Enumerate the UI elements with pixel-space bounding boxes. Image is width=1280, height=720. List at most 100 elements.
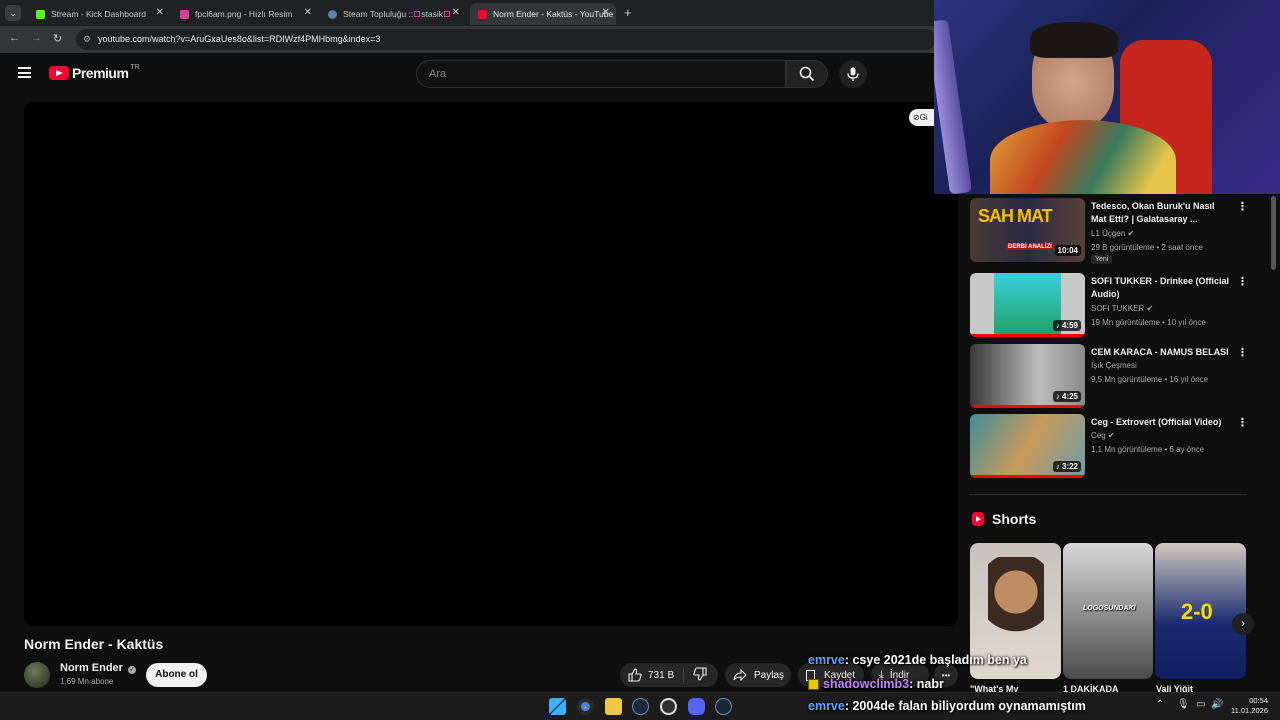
channel-name[interactable]: Işık Çeşmesi (1091, 361, 1137, 370)
channel-avatar[interactable] (24, 662, 50, 688)
tab-list-dropdown-icon[interactable]: ⌄ (5, 5, 21, 21)
channel-name-text: SOFI TUKKER (1091, 304, 1145, 313)
duration-badge: 10:04 (1054, 245, 1081, 256)
video-title: Ceg - Extrovert (Official Video) (1091, 417, 1222, 427)
webcam-overlay (934, 0, 1280, 194)
obs-icon[interactable] (660, 698, 677, 715)
ambient-badge[interactable]: ⊘Gi (909, 109, 935, 126)
video-thumbnail[interactable]: ♪ 4:59 (970, 273, 1085, 337)
recommended-video[interactable]: ♪ 4:59 SOFI TUKKER - Drinkee (Official A… (970, 273, 1250, 339)
close-tab-icon[interactable]: ✕ (452, 7, 460, 18)
video-title: CEM KARACA - NAMUS BELASI (1091, 347, 1229, 357)
search-button[interactable] (786, 60, 828, 88)
flag-icon (414, 11, 421, 17)
flag-icon (443, 11, 450, 17)
back-icon[interactable]: ← (9, 32, 20, 44)
forward-icon[interactable]: → (31, 32, 42, 44)
recommended-video[interactable]: ♪ 3:22 Ceg - Extrovert (Official Video) … (970, 414, 1250, 480)
clock-time: 00:54 (1249, 696, 1268, 705)
thumbnail-text: SAH MAT (978, 206, 1053, 226)
thumbnail-art (994, 273, 1061, 337)
voice-search-button[interactable] (839, 60, 867, 88)
channel-name[interactable]: Ceg ✔ (1091, 431, 1115, 440)
channel-name-text: L1 Üçgen (1091, 229, 1126, 238)
youtube-header: Premium TR Ara (0, 53, 935, 95)
eye-off-icon: ⊘ (913, 113, 920, 122)
chat-message: emrve: 2004de falan biliyordum oynamamış… (808, 699, 1086, 713)
video-thumbnail[interactable]: ♪ 4:25 (970, 344, 1085, 408)
browser-tab-image[interactable]: fpcl6am.png - Hızlı Resim ✕ (172, 3, 318, 25)
subscribe-button[interactable]: Abone ol (146, 663, 207, 687)
chat-username: emrve (808, 653, 845, 667)
menu-icon[interactable] (18, 67, 31, 78)
kebab-menu-icon[interactable]: ⋮ (1237, 275, 1248, 288)
verified-icon: ✔ (1146, 304, 1154, 313)
video-title: SOFI TUKKER - Drinkee (Official Audio) (1091, 276, 1230, 299)
clock[interactable]: 00:54 11.01.2026 (1230, 696, 1268, 716)
like-button[interactable]: 731 B (620, 668, 684, 682)
chat-text: : csye 2021de başladım ben ya (844, 653, 1027, 667)
youtube-play-icon (49, 66, 69, 80)
video-thumbnail[interactable]: ♪ 3:22 (970, 414, 1085, 478)
person-hair (1030, 22, 1118, 58)
browser-tab-steam[interactable]: Steam Topluluğu :: stasik ✕ (320, 3, 466, 25)
shorts-next-button[interactable]: › (1232, 613, 1254, 635)
steam-icon[interactable] (715, 698, 732, 715)
search-icon (799, 66, 815, 82)
recommended-video[interactable]: ♪ 4:25 CEM KARACA - NAMUS BELASI Işık Çe… (970, 344, 1250, 410)
file-explorer-icon[interactable] (605, 698, 622, 715)
verified-icon: ✓ (128, 666, 137, 674)
tab-label: Stream - Kick Dashboard (51, 9, 146, 19)
chat-text: : 2004de falan biliyordum oynamamıştım (844, 699, 1086, 713)
dislike-button[interactable] (684, 666, 707, 684)
shorts-icon (972, 512, 984, 526)
microphone-tray-icon[interactable]: 🎙 (1177, 699, 1190, 710)
share-button[interactable]: Paylaş (725, 663, 791, 687)
clock-date: 11.01.2026 (1231, 706, 1268, 715)
short-item[interactable]: LOGOSUNDAKİ (1063, 543, 1153, 679)
microphone-icon (847, 67, 859, 81)
new-tab-button[interactable]: + (624, 5, 632, 20)
thumbs-up-icon (628, 668, 642, 682)
kebab-menu-icon[interactable]: ⋮ (1237, 416, 1248, 429)
recommended-video[interactable]: SAH MAT DERBİ ANALİZİ 10:04 Tedesco, Oka… (970, 198, 1250, 264)
short-thumbnail-text: LOGOSUNDAKİ (1083, 605, 1136, 612)
close-tab-icon[interactable]: ✕ (602, 7, 610, 18)
video-player[interactable] (24, 102, 958, 626)
close-tab-icon[interactable]: ✕ (156, 7, 164, 18)
youtube-icon (478, 9, 487, 19)
shorts-heading: Shorts (972, 511, 1036, 527)
channel-name[interactable]: SOFI TUKKER ✔ (1091, 304, 1153, 313)
address-bar[interactable]: ⚙ youtube.com/watch?v=AruGxaUes8o&list=R… (76, 29, 936, 50)
channel-name[interactable]: Norm Ender ✓ (60, 662, 137, 674)
chrome-icon[interactable] (577, 698, 594, 715)
logo-region: TR (130, 63, 140, 71)
channel-name[interactable]: L1 Üçgen ✔ (1091, 229, 1134, 238)
chevron-up-icon[interactable]: ⌃ (1156, 699, 1164, 710)
page-scrollbar[interactable] (1271, 196, 1276, 270)
new-badge: Yeni (1091, 255, 1113, 264)
channel-name-text: Işık Çeşmesi (1091, 361, 1137, 370)
kebab-menu-icon[interactable]: ⋮ (1237, 346, 1248, 359)
like-dislike-group: 731 B (620, 663, 718, 687)
thumbnail-subtext: DERBİ ANALİZİ (1006, 244, 1054, 250)
close-tab-icon[interactable]: ✕ (304, 7, 312, 18)
network-icon[interactable]: ▭ (1196, 699, 1205, 710)
chat-username: emrve (808, 699, 845, 713)
badge-label: Gi (919, 113, 928, 122)
kebab-menu-icon[interactable]: ⋮ (1237, 200, 1248, 213)
chat-username: shadowclimb3 (823, 677, 910, 691)
volume-icon[interactable]: 🔊 (1211, 699, 1223, 710)
youtube-logo[interactable]: Premium TR (49, 63, 140, 81)
search-input[interactable]: Ara (416, 60, 786, 88)
short-item[interactable]: 2-0 (1155, 543, 1246, 679)
windows-start-icon[interactable] (549, 698, 566, 715)
watch-progress-bar (970, 334, 1085, 337)
browser-tab-youtube[interactable]: Norm Ender - Kaktüs - YouTube ✕ (470, 3, 616, 25)
reload-icon[interactable]: ↻ (53, 32, 62, 45)
video-thumbnail[interactable]: SAH MAT DERBİ ANALİZİ 10:04 (970, 198, 1085, 262)
browser-tab-kick[interactable]: Stream - Kick Dashboard ✕ (28, 3, 170, 25)
discord-icon[interactable] (688, 698, 705, 715)
site-info-icon[interactable]: ⚙ (83, 29, 91, 50)
steam-icon[interactable] (632, 698, 649, 715)
